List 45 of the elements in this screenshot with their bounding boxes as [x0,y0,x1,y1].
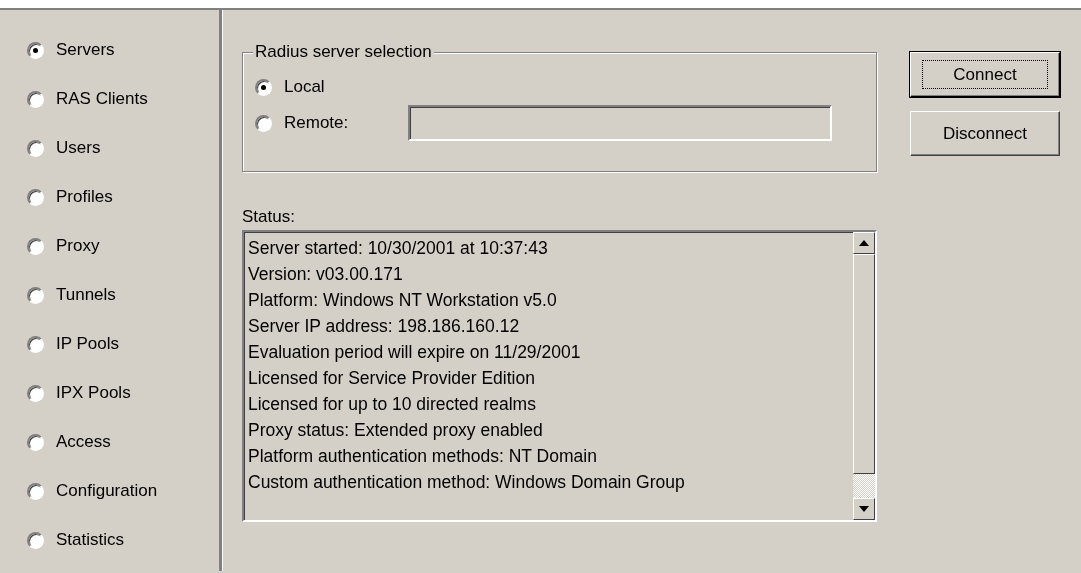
radio-button[interactable] [27,433,44,451]
radio-button[interactable] [255,78,272,96]
radio-button[interactable] [27,335,44,353]
radio-button[interactable] [27,286,44,304]
radio-button[interactable] [27,384,44,402]
sidebar-item[interactable]: Users [56,136,101,160]
status-line: Evaluation period will expire on 11/29/2001 [248,341,582,364]
radio-label[interactable]: Local [284,75,325,99]
scroll-thumb[interactable] [853,254,875,474]
status-line: Platform: Windows NT Workstation v5.0 [248,289,558,312]
radio-label[interactable]: Remote: [284,111,349,135]
status-line: Licensed for up to 10 directed realms [248,393,537,416]
radio-button[interactable] [27,237,44,255]
sidebar-item[interactable]: Profiles [56,185,113,209]
status-line: Server IP address: 198.186.160.12 [248,315,521,338]
radio-button[interactable] [27,41,44,59]
sidebar-item[interactable]: IP Pools [56,332,119,356]
scroll-up-icon[interactable] [859,240,869,246]
remote-server-field[interactable] [408,105,833,141]
sidebar-item[interactable]: IPX Pools [56,381,131,405]
sidebar-item[interactable]: Tunnels [56,283,116,307]
sidebar-item[interactable]: Statistics [56,528,125,552]
radio-button[interactable] [27,139,44,157]
sidebar-item[interactable]: Proxy [56,234,100,258]
sidebar-item[interactable]: Servers [56,38,115,62]
status-line: Licensed for Service Provider Edition [248,367,536,390]
radio-button[interactable] [255,114,272,132]
scroll-down-icon[interactable] [859,506,869,512]
sidebar-item[interactable]: Access [56,430,111,454]
status-line: Server started: 10/30/2001 at 10:37:43 [248,237,549,260]
radio-button[interactable] [27,188,44,206]
radio-button[interactable] [27,90,44,108]
scrollbar[interactable] [853,232,875,520]
status-line: Proxy status: Extended proxy enabled [248,419,544,442]
radio-button[interactable] [27,531,44,549]
status-line: Version: v03.00.171 [248,263,404,286]
dialog-button[interactable]: Connect [910,52,1060,97]
status-listbox[interactable] [242,230,877,522]
sidebar-item[interactable]: RAS Clients [56,87,148,111]
status-line: Custom authentication method: Windows Domain Group [248,471,686,494]
radio-button[interactable] [27,482,44,500]
status-label: Status: [242,206,296,228]
status-line: Platform authentication methods: NT Domain [248,445,598,468]
sidebar-item[interactable]: Configuration [56,479,158,503]
dialog-button[interactable]: Disconnect [910,111,1060,156]
